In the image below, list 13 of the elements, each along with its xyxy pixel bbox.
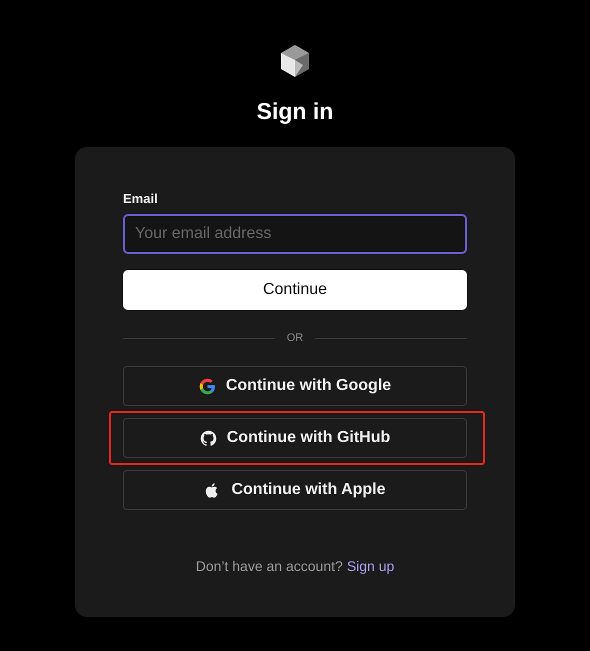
- page-title: Sign in: [256, 98, 334, 125]
- continue-button[interactable]: Continue: [123, 270, 467, 310]
- provider-button[interactable]: Continue with GitHub: [123, 418, 467, 458]
- footer-text: Don’t have an account?: [196, 558, 343, 574]
- email-label: Email: [123, 191, 159, 206]
- google-icon: [198, 378, 216, 394]
- divider-label: OR: [286, 332, 304, 344]
- provider-button[interactable]: Continue with Apple: [123, 470, 467, 510]
- github-icon: [200, 430, 217, 446]
- provider-button[interactable]: Continue with Google: [123, 366, 467, 406]
- sign-up-link[interactable]: Sign up: [346, 558, 394, 574]
- email-field[interactable]: Your email address: [123, 214, 467, 254]
- cube-logo-icon: [279, 44, 311, 78]
